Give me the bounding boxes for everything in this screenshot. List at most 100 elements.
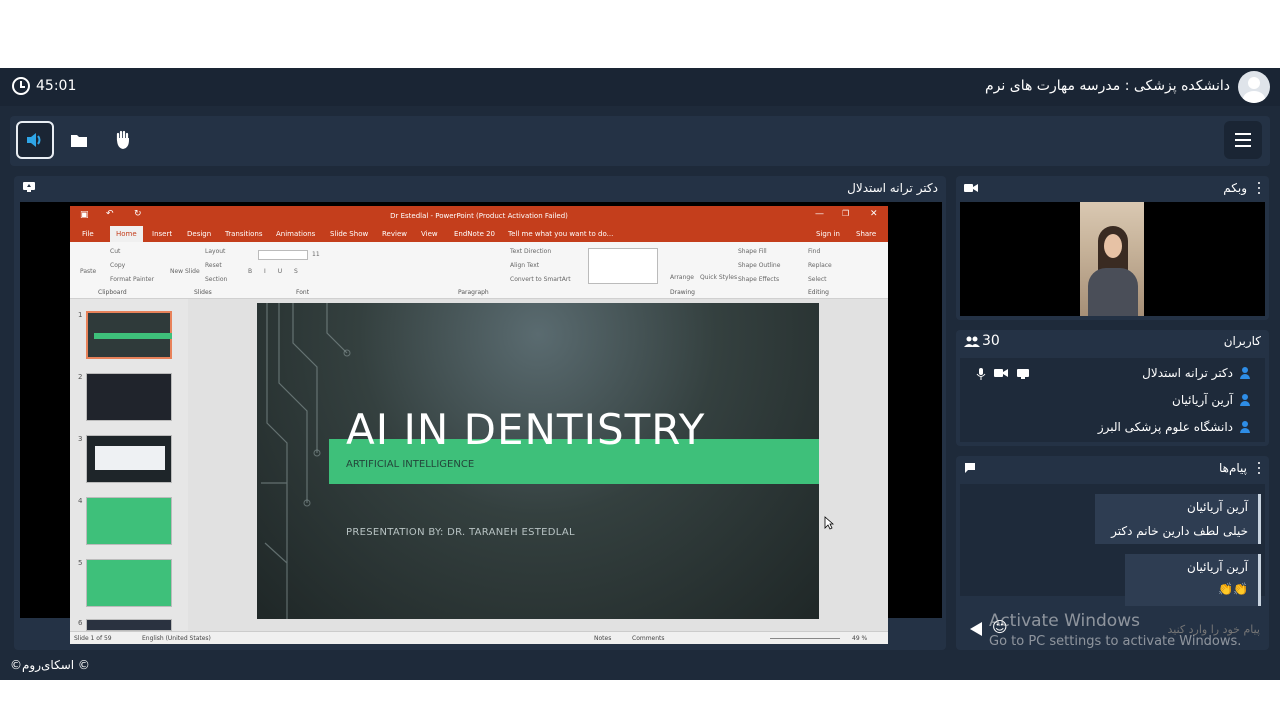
group-editing: Editing <box>808 289 829 296</box>
thumb-number: 3 <box>78 435 83 443</box>
tab-animations[interactable]: Animations <box>276 230 315 238</box>
sign-in-link[interactable]: Sign in <box>816 230 840 238</box>
slide-presenter[interactable]: PRESENTATION BY: DR. TARANEH ESTEDLAL <box>346 527 575 538</box>
notes-button[interactable]: Notes <box>594 635 611 642</box>
folder-button[interactable] <box>60 121 98 159</box>
shape-fill-button[interactable]: Shape Fill <box>738 248 767 255</box>
save-icon[interactable]: ▣ <box>80 210 89 220</box>
font-family-select[interactable] <box>258 250 308 260</box>
slide-subtitle[interactable]: ARTIFICIAL INTELLIGENCE <box>346 459 474 470</box>
presenter-panel: دکتر ترانه استدلال Dr Estedlal - PowerPo… <box>14 176 946 650</box>
tab-home[interactable]: Home <box>110 226 143 242</box>
message-author: آرین آریائیان <box>1187 560 1248 574</box>
zoom-slider[interactable] <box>770 638 840 639</box>
speaker-button[interactable] <box>16 121 54 159</box>
arrange-button[interactable]: Arrange <box>670 274 694 281</box>
font-size-select[interactable]: 11 <box>312 251 320 258</box>
comments-button[interactable]: Comments <box>632 635 665 642</box>
format-painter-button[interactable]: Format Painter <box>110 276 154 283</box>
shared-screen: Dr Estedlal - PowerPoint (Product Activa… <box>20 202 942 644</box>
tab-endnote[interactable]: EndNote 20 <box>454 230 495 238</box>
shapes-gallery[interactable] <box>588 248 658 284</box>
cut-button[interactable]: Cut <box>110 248 120 255</box>
webcam-header: وبکم <box>956 176 1269 200</box>
slide-thumb-2[interactable] <box>86 373 172 421</box>
send-icon[interactable] <box>970 622 982 636</box>
hand-icon <box>116 130 129 149</box>
room-title: دانشکده پزشکی : مدرسه مهارت های نرم <box>985 78 1230 94</box>
slide-thumb-6[interactable] <box>86 619 172 631</box>
quick-styles-button[interactable]: Quick Styles <box>700 274 737 281</box>
tab-file[interactable]: File <box>82 230 94 238</box>
tab-insert[interactable]: Insert <box>152 230 172 238</box>
section-button[interactable]: Section <box>205 276 227 283</box>
slide-thumb-5[interactable] <box>86 559 172 607</box>
font-format-buttons[interactable]: B I U S <box>248 268 303 275</box>
layout-button[interactable]: Layout <box>205 248 225 255</box>
users-panel: کاربران 30 دکتر ترانه استدلال آرین آریائ… <box>956 330 1269 446</box>
paste-button[interactable]: Paste <box>80 268 96 275</box>
reset-button[interactable]: Reset <box>205 262 222 269</box>
screen-icon[interactable] <box>1016 368 1030 380</box>
users-icon <box>964 336 980 347</box>
slide-thumb-4[interactable] <box>86 497 172 545</box>
shape-effects-button[interactable]: Shape Effects <box>738 276 779 283</box>
user-item[interactable]: دکتر ترانه استدلال <box>1142 366 1251 380</box>
replace-button[interactable]: Replace <box>808 262 832 269</box>
slide-thumb-1[interactable] <box>86 311 172 359</box>
message-text: 👏👏 <box>1218 582 1248 596</box>
menu-button[interactable] <box>1224 121 1262 159</box>
zoom-level[interactable]: 49 % <box>852 635 867 642</box>
shape-outline-button[interactable]: Shape Outline <box>738 262 780 269</box>
slide-thumbnails: 1 2 3 4 5 6 <box>70 299 188 631</box>
group-font: Font <box>296 289 310 296</box>
tab-view[interactable]: View <box>421 230 438 238</box>
tab-transitions[interactable]: Transitions <box>225 230 263 238</box>
user-icon <box>1239 367 1251 379</box>
video-camera-icon <box>964 184 978 192</box>
convert-smartart-button[interactable]: Convert to SmartArt <box>510 276 571 283</box>
microphone-icon[interactable] <box>976 368 986 380</box>
user-name: دانشگاه علوم پزشکی البرز <box>1097 420 1233 434</box>
user-name: آرین آریائیان <box>1172 393 1233 407</box>
tell-me-box[interactable]: Tell me what you want to do... <box>508 230 613 238</box>
screen-share-icon[interactable] <box>22 181 36 193</box>
new-slide-button[interactable]: New Slide <box>170 268 200 275</box>
undo-icon[interactable]: ↶ <box>106 209 114 219</box>
close-icon[interactable]: ✕ <box>870 209 878 219</box>
messages-options-icon[interactable] <box>1257 462 1261 474</box>
thumb-number: 4 <box>78 497 83 505</box>
chat-icon <box>965 463 975 473</box>
find-button[interactable]: Find <box>808 248 820 255</box>
messages-title: پیام‌ها <box>1218 461 1247 475</box>
avatar[interactable] <box>1238 71 1270 103</box>
align-text-button[interactable]: Align Text <box>510 262 539 269</box>
camera-icon[interactable] <box>994 368 1008 378</box>
group-clipboard: Clipboard <box>98 289 127 296</box>
user-item[interactable]: دانشگاه علوم پزشکی البرز <box>1098 420 1251 434</box>
tab-design[interactable]: Design <box>187 230 211 238</box>
share-button[interactable]: Share <box>856 230 876 238</box>
presenter-panel-header: دکتر ترانه استدلال <box>14 176 946 200</box>
webcam-options-icon[interactable] <box>1257 182 1261 194</box>
tab-slide-show[interactable]: Slide Show <box>330 230 368 238</box>
slide-thumb-3[interactable] <box>86 435 172 483</box>
user-icon <box>1239 421 1251 433</box>
user-item[interactable]: آرین آریائیان <box>1172 393 1251 407</box>
presenter-name: دکتر ترانه استدلال <box>847 181 938 195</box>
text-direction-button[interactable]: Text Direction <box>510 248 551 255</box>
timer-value: 45:01 <box>36 78 77 94</box>
clock-icon <box>12 77 30 95</box>
main-toolbar <box>10 116 1270 166</box>
minimize-icon[interactable]: — <box>815 209 824 219</box>
slide-editor: AI IN DENTISTRY ARTIFICIAL INTELLIGENCE … <box>188 299 888 631</box>
copy-button[interactable]: Copy <box>110 262 125 269</box>
slide-title[interactable]: AI IN DENTISTRY <box>346 405 705 454</box>
avatar-body-icon <box>1243 91 1265 103</box>
tab-review[interactable]: Review <box>382 230 407 238</box>
webcam-video[interactable] <box>960 202 1265 316</box>
redo-icon[interactable]: ↻ <box>134 209 142 219</box>
raise-hand-button[interactable] <box>104 121 142 159</box>
maximize-icon[interactable]: ❐ <box>842 209 849 218</box>
select-button[interactable]: Select <box>808 276 827 283</box>
